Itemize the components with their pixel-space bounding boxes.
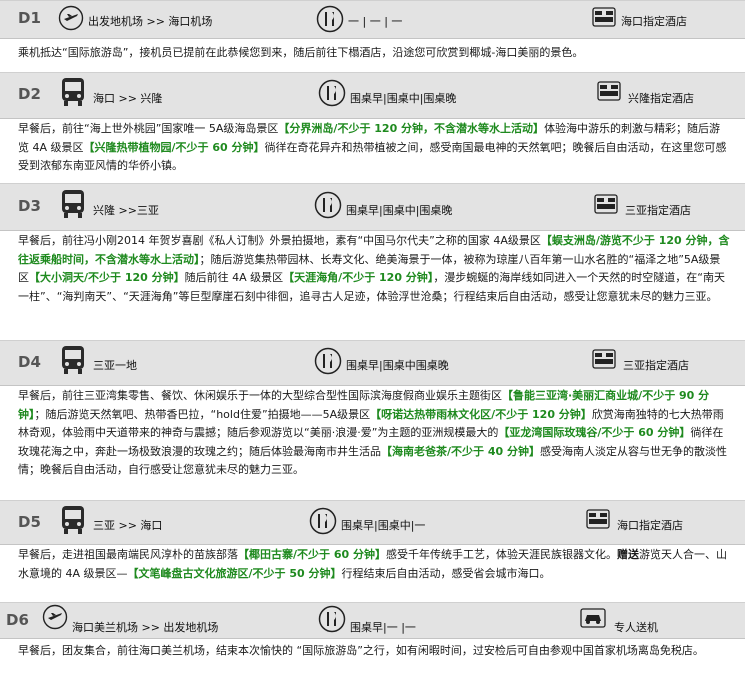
bed-icon: [597, 81, 621, 101]
airplane-icon: [58, 5, 84, 31]
bus-icon: [60, 505, 86, 535]
description-text: 早餐后，团友集合，前往海口美兰机场，结束本次愉快的 “国际旅游岛”之行，如有闲暇…: [18, 644, 704, 657]
day5-description: 早餐后，走进祖国最南端民风淳朴的苗族部落【椰田古寨/不少于 60 分钟】感受千年…: [18, 546, 730, 583]
bed-icon: [594, 194, 618, 214]
highlight-attraction: 【兴隆热带植物园/不少于 60 分钟】: [83, 140, 265, 154]
highlight-attraction: 【大小洞天/不少于 120 分钟】: [29, 271, 185, 284]
day3-route: 兴隆 >>三亚: [93, 204, 159, 217]
bed-icon: [592, 7, 616, 27]
highlight-attraction: 【椰田古寨/不少于 60 分钟】: [238, 548, 386, 561]
description-text: 早餐后，前往冯小刚2014 年贺岁喜剧《私人订制》外景拍摄地，素有“中国马尔代夫…: [18, 234, 541, 247]
day6-description: 早餐后，团友集合，前往海口美兰机场，结束本次愉快的 “国际旅游岛”之行，如有闲暇…: [18, 642, 730, 661]
highlight-attraction: 赠送: [616, 548, 639, 561]
description-text: 随后前往 4A 级景区: [184, 271, 284, 284]
highlight-attraction: 【天涯海角/不少于 120 分钟】: [283, 271, 434, 284]
day1-route: 出发地机场 >> 海口机场: [88, 15, 213, 28]
highlight-attraction: 【海南老爸茶/不少于 40 分钟】: [381, 444, 540, 458]
day2-label: D2: [18, 85, 41, 103]
day5-meals: 围桌早|围桌中|一: [341, 519, 426, 532]
car-icon: [580, 608, 606, 628]
day5-route: 三亚 >> 海口: [93, 519, 163, 532]
day3-description: 早餐后，前往冯小刚2014 年贺岁喜剧《私人订制》外景拍摄地，素有“中国马尔代夫…: [18, 232, 730, 306]
day1-label: D1: [18, 9, 41, 27]
cutlery-icon: [314, 191, 342, 219]
highlight-attraction: 【分界洲岛/不少于 120 分钟，不含潜水等水上活动】: [278, 122, 545, 135]
description-text: 早餐后，前往三亚湾集零售、餐饮、休闲娱乐于一体的大型综合型性国际滨海度假商业娱乐…: [18, 389, 502, 402]
description-text: 早餐后，前往“海上世外桃园”国家唯一 5A级海岛景区: [18, 122, 279, 135]
day3-label: D3: [18, 197, 41, 215]
cutlery-icon: [318, 605, 346, 633]
description-text: 乘机抵达“国际旅游岛”，接机员已提前在此恭候您到来，随后前往下榻酒店，沿途您可欣…: [18, 46, 584, 59]
day6-route: 海口美兰机场 >> 出发地机场: [72, 621, 219, 634]
highlight-attraction: 【文笔峰盘古文化旅游区/不少于 50 分钟】: [127, 566, 342, 580]
cutlery-icon: [316, 5, 344, 33]
day3-hotel: 三亚指定酒店: [625, 204, 691, 217]
day3-meals: 围桌早|围桌中|围桌晚: [346, 204, 453, 217]
highlight-attraction: 【呀诺达热带雨林文化区/不少于 120 分钟】: [370, 407, 592, 421]
day6-meals: 围桌早|一 |一: [350, 621, 416, 634]
description-text: 早餐后，走进祖国最南端民风淳朴的苗族部落: [18, 548, 238, 561]
description-text: ；随后游览天然氧吧、热带香巴拉，“hold住爱”拍摄地——5A级景区: [34, 407, 371, 421]
description-text: 行程结束后自由活动，感受省会城市海口。: [341, 566, 551, 580]
bus-icon: [60, 189, 86, 219]
cutlery-icon: [309, 507, 337, 535]
day2-meals: 围桌早|围桌中|围桌晚: [350, 92, 457, 105]
day5-hotel: 海口指定酒店: [617, 519, 683, 532]
day2-hotel: 兴隆指定酒店: [628, 92, 694, 105]
bus-icon: [60, 77, 86, 107]
day2-route: 海口 >> 兴隆: [93, 92, 163, 105]
day6-label: D6: [6, 611, 29, 629]
highlight-attraction: 【亚龙湾国际玫瑰谷/不少于 60 分钟】: [498, 426, 691, 439]
bus-icon: [60, 345, 86, 375]
day4-route: 三亚一地: [93, 359, 137, 372]
bed-icon: [586, 509, 610, 529]
day4-meals: 围桌早|围桌中围桌晚: [346, 359, 449, 372]
bed-icon: [592, 349, 616, 369]
cutlery-icon: [314, 347, 342, 375]
airplane-icon: [42, 604, 68, 630]
day4-label: D4: [18, 353, 41, 371]
cutlery-icon: [318, 79, 346, 107]
day4-hotel: 三亚指定酒店: [623, 359, 689, 372]
description-text: 感受千年传统手工艺，体验天涯民族银器文化。: [385, 548, 617, 561]
day6-hotel: 专人送机: [614, 621, 658, 634]
day4-description: 早餐后，前往三亚湾集零售、餐饮、休闲娱乐于一体的大型综合型性国际滨海度假商业娱乐…: [18, 387, 730, 480]
day1-description: 乘机抵达“国际旅游岛”，接机员已提前在此恭候您到来，随后前往下榻酒店，沿途您可欣…: [18, 44, 730, 63]
day1-hotel: 海口指定酒店: [621, 15, 687, 28]
day5-label: D5: [18, 513, 41, 531]
day1-meals: 一 | 一 | 一: [348, 15, 403, 28]
day2-description: 早餐后，前往“海上世外桃园”国家唯一 5A级海岛景区【分界洲岛/不少于 120 …: [18, 120, 730, 176]
